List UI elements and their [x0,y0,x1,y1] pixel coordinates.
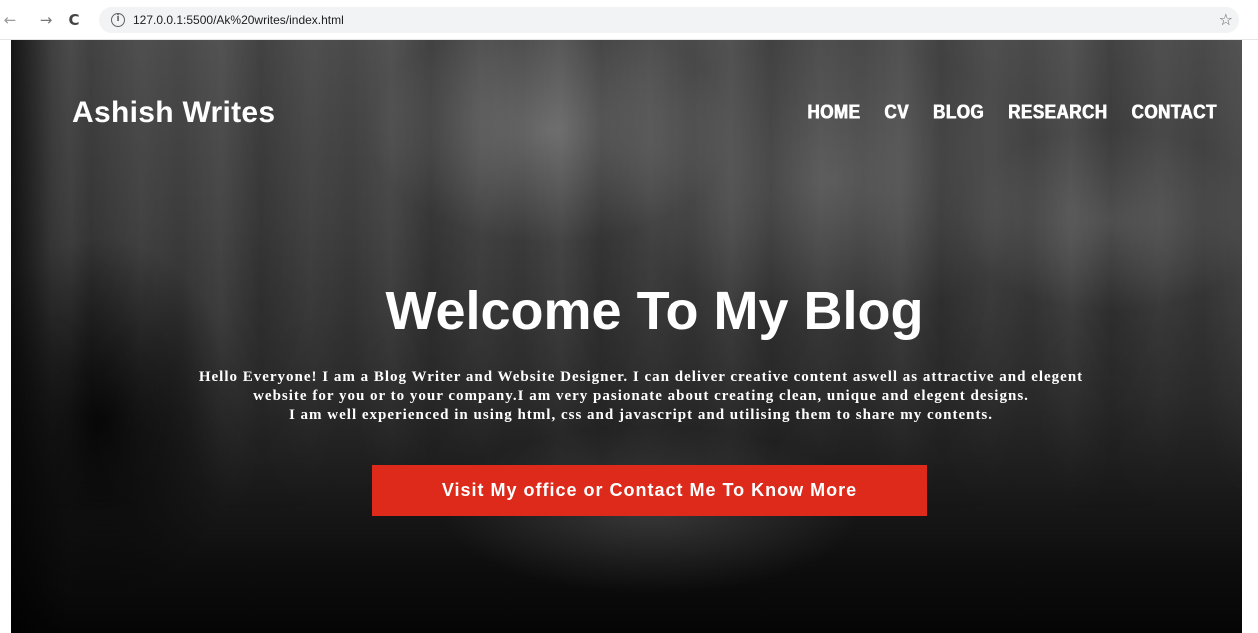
reload-icon[interactable]: C [64,9,84,31]
browser-toolbar: ← → C i 127.0.0.1:5500/Ak%20writes/index… [0,0,1258,40]
page-viewport: Ashish Writes HOME CV BLOG RESEARCH CONT… [11,40,1242,633]
main-nav: HOME CV BLOG RESEARCH CONTACT [808,101,1217,123]
back-arrow-icon[interactable]: ← [0,9,20,31]
address-bar[interactable]: i 127.0.0.1:5500/Ak%20writes/index.html … [99,7,1239,33]
hero-description-line: Hello Everyone! I am a Blog Writer and W… [198,369,1084,385]
info-icon[interactable]: i [111,13,125,27]
hero-description: Hello Everyone! I am a Blog Writer and W… [41,368,1241,425]
nav-link-research[interactable]: RESEARCH [1008,101,1107,125]
site-logo[interactable]: Ashish Writes [72,96,275,130]
contact-cta-button[interactable]: Visit My office or Contact Me To Know Mo… [372,465,927,516]
url-text[interactable]: 127.0.0.1:5500/Ak%20writes/index.html [133,13,344,27]
nav-link-cv[interactable]: CV [885,101,910,125]
bookmark-star-icon[interactable]: ☆ [1219,10,1233,29]
nav-link-blog[interactable]: BLOG [933,101,984,125]
hero-title: Welcome To My Blog [385,281,924,341]
nav-link-contact[interactable]: CONTACT [1132,101,1217,125]
forward-arrow-icon[interactable]: → [36,9,56,31]
hero-description-line: I am well experienced in using html, css… [288,407,994,423]
nav-link-home[interactable]: HOME [808,101,861,125]
hero-description-line: website for you or to your company.I am … [253,388,1029,404]
